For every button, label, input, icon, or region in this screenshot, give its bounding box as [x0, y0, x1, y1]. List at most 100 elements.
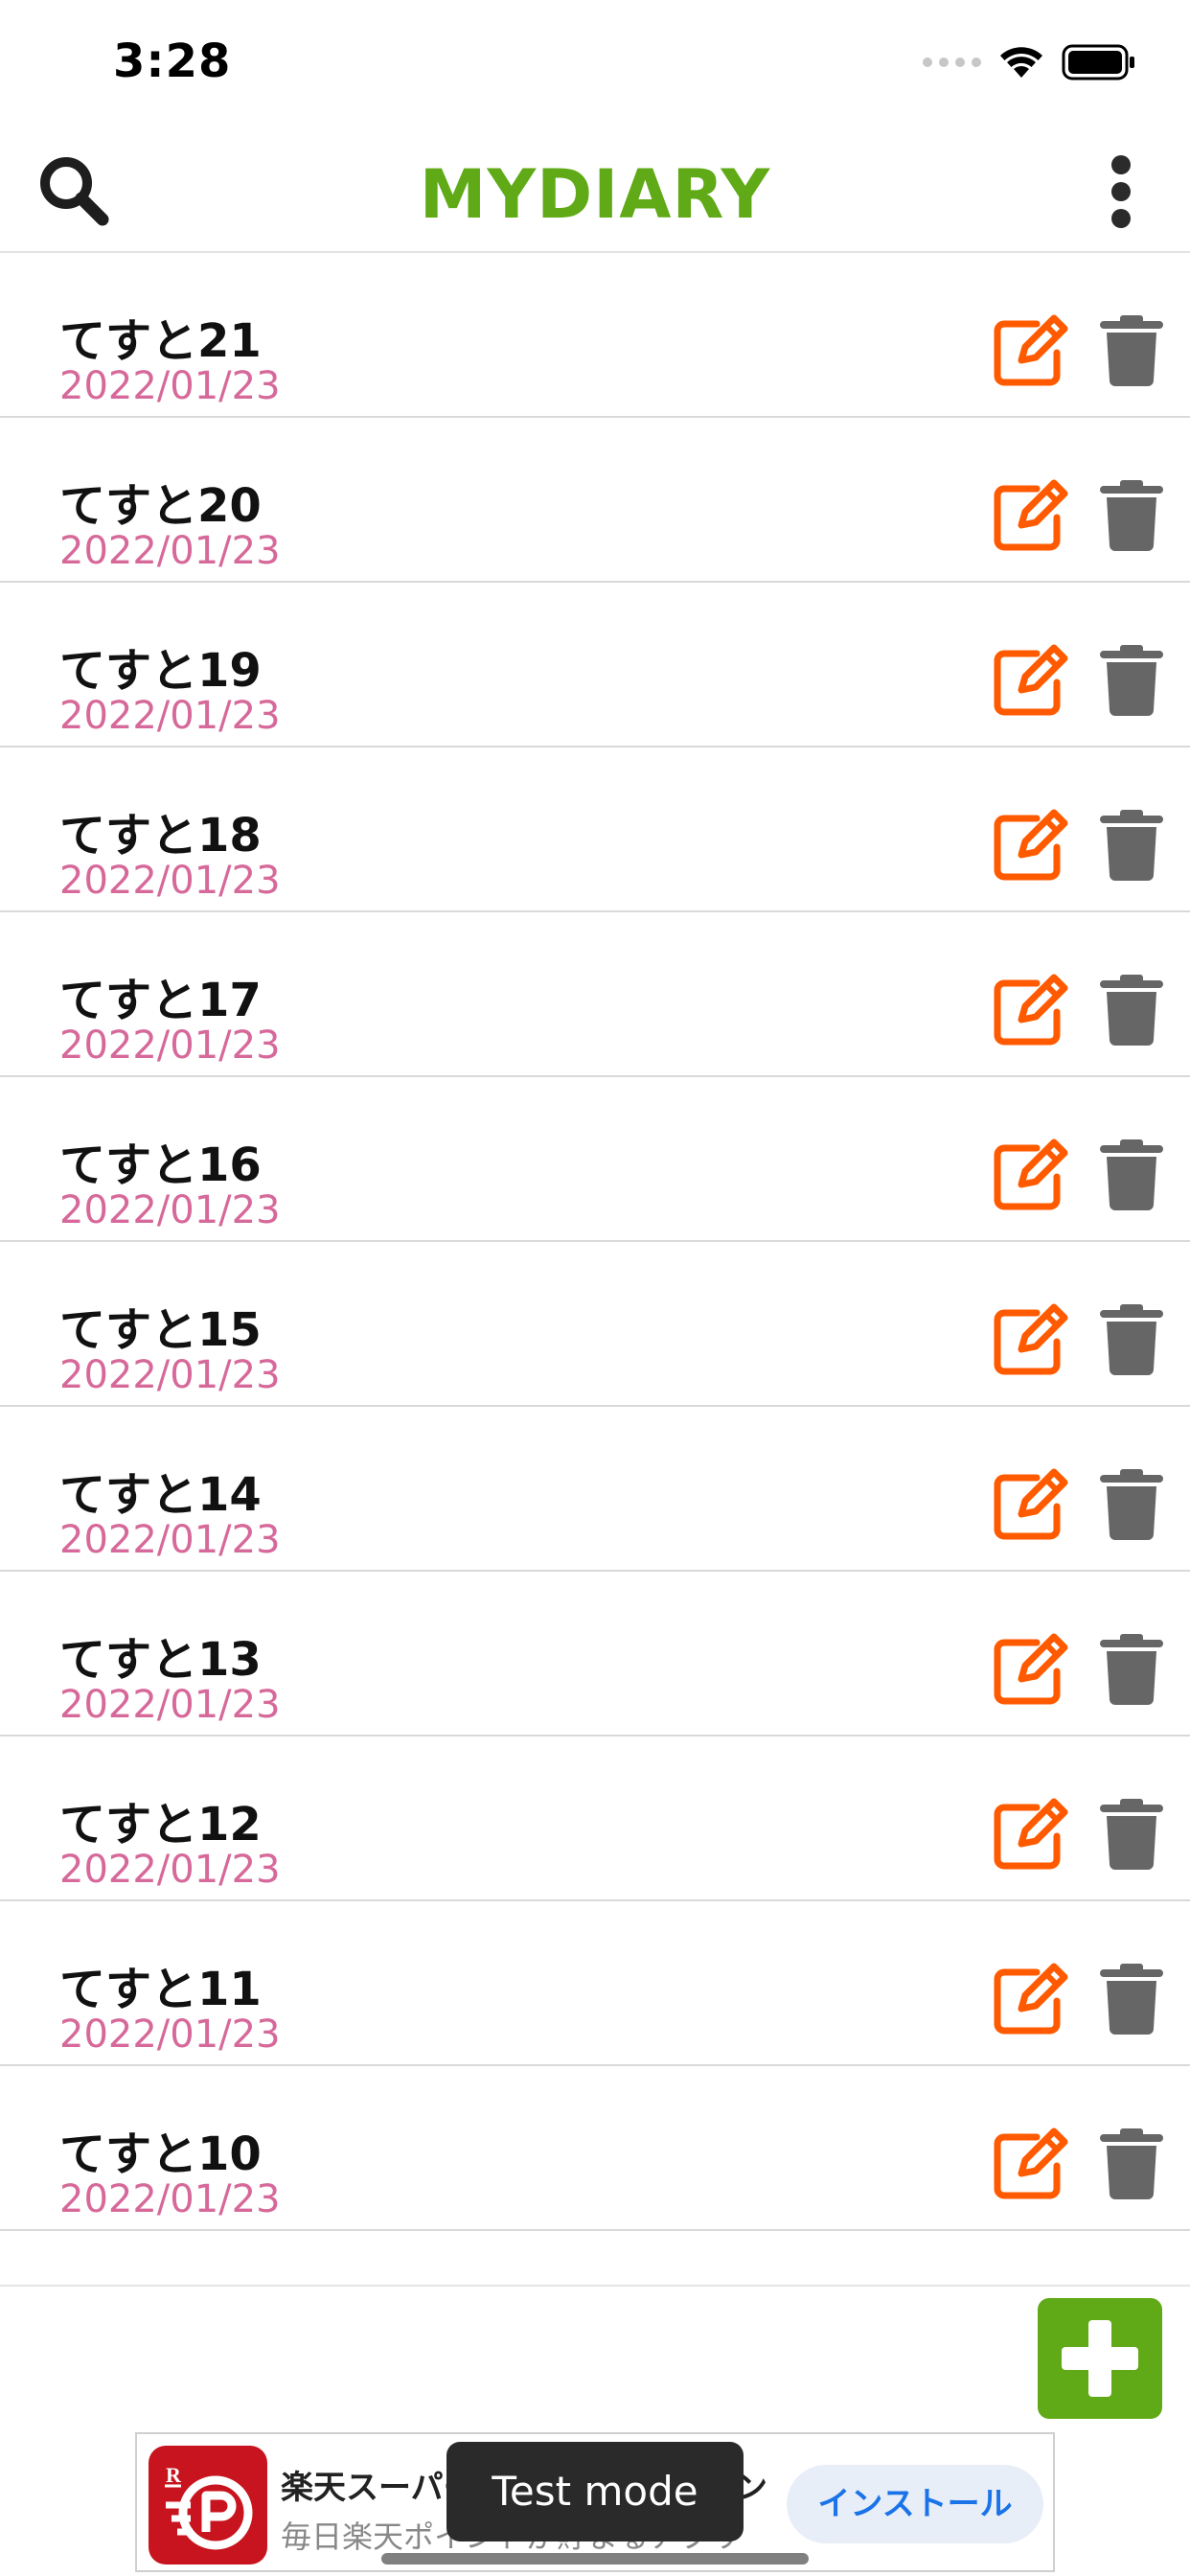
edit-button[interactable] — [993, 1963, 1071, 2036]
edit-icon — [994, 479, 1068, 551]
edit-icon — [994, 1963, 1068, 2035]
diary-entry-row[interactable]: てすと16 2022/01/23 — [0, 1077, 1190, 1242]
delete-button[interactable] — [1100, 2126, 1163, 2200]
wifi-icon — [1000, 47, 1042, 78]
diary-entry-row[interactable]: てすと20 2022/01/23 — [0, 418, 1190, 583]
edit-button[interactable] — [993, 644, 1071, 717]
trash-icon — [1100, 975, 1163, 1046]
edit-icon — [994, 2128, 1068, 2199]
edit-button[interactable] — [993, 1633, 1071, 1706]
entry-date: 2022/01/23 — [59, 1518, 281, 1562]
delete-button[interactable] — [1100, 1961, 1163, 2036]
entry-title: てすと18 — [59, 809, 262, 862]
entry-title: てすと12 — [59, 1798, 262, 1852]
trash-icon — [1100, 1964, 1163, 2035]
trash-icon — [1100, 1799, 1163, 1870]
cellular-signal-icon — [923, 58, 981, 67]
entry-date: 2022/01/23 — [59, 1683, 281, 1727]
edit-icon — [994, 314, 1068, 386]
svg-text:R: R — [166, 2463, 182, 2487]
ad-install-button[interactable]: インストール — [787, 2465, 1043, 2543]
diary-entry-row[interactable]: てすと13 2022/01/23 — [0, 1572, 1190, 1736]
delete-button[interactable] — [1100, 312, 1163, 387]
entry-title: てすと15 — [59, 1303, 262, 1357]
delete-button[interactable] — [1100, 972, 1163, 1046]
edit-button[interactable] — [993, 479, 1071, 552]
delete-button[interactable] — [1100, 807, 1163, 882]
more-menu-button[interactable] — [1102, 155, 1140, 228]
edit-button[interactable] — [993, 2128, 1071, 2200]
add-entry-button[interactable] — [1038, 2298, 1162, 2419]
diary-entry-row[interactable]: てすと21 2022/01/23 — [0, 253, 1190, 418]
entry-title: てすと21 — [59, 314, 262, 368]
entry-date: 2022/01/23 — [59, 859, 281, 903]
more-dot-icon — [1111, 182, 1131, 201]
delete-button[interactable] — [1100, 1137, 1163, 1211]
more-dot-icon — [1111, 209, 1131, 228]
diary-entry-row[interactable]: てすと12 2022/01/23 — [0, 1736, 1190, 1901]
delete-button[interactable] — [1100, 1631, 1163, 1706]
battery-icon — [1062, 44, 1134, 80]
edit-button[interactable] — [993, 1138, 1071, 1211]
entry-title: てすと13 — [59, 1633, 262, 1687]
entry-title: てすと20 — [59, 479, 262, 533]
edit-button[interactable] — [993, 1798, 1071, 1871]
entry-date: 2022/01/23 — [59, 529, 281, 573]
list-bottom-divider — [0, 2285, 1190, 2287]
trash-icon — [1100, 480, 1163, 551]
diary-entry-row[interactable]: てすと15 2022/01/23 — [0, 1242, 1190, 1407]
trash-icon — [1100, 810, 1163, 881]
diary-entry-row[interactable]: てすと18 2022/01/23 — [0, 748, 1190, 912]
trash-icon — [1100, 2128, 1163, 2199]
app-title: MYDIARY — [419, 155, 771, 234]
trash-icon — [1100, 1469, 1163, 1540]
delete-button[interactable] — [1100, 1301, 1163, 1376]
delete-button[interactable] — [1100, 477, 1163, 552]
diary-entry-row[interactable]: てすと17 2022/01/23 — [0, 912, 1190, 1077]
status-bar: 3:28 — [0, 0, 1190, 126]
edit-button[interactable] — [993, 974, 1071, 1046]
entry-date: 2022/01/23 — [59, 1848, 281, 1892]
edit-button[interactable] — [993, 314, 1071, 387]
trash-icon — [1100, 315, 1163, 386]
entry-date: 2022/01/23 — [59, 1188, 281, 1232]
entry-title: てすと10 — [59, 2128, 262, 2181]
diary-entry-row[interactable]: てすと14 2022/01/23 — [0, 1407, 1190, 1572]
edit-icon — [994, 1138, 1068, 1210]
home-indicator — [381, 2553, 809, 2564]
edit-icon — [994, 1798, 1068, 1870]
status-icons — [923, 44, 1136, 80]
edit-button[interactable] — [993, 1303, 1071, 1376]
edit-icon — [994, 809, 1068, 881]
entry-title: てすと16 — [59, 1138, 262, 1192]
test-mode-label: Test mode — [446, 2442, 744, 2542]
diary-entry-row[interactable]: てすと10 2022/01/23 — [0, 2066, 1190, 2231]
entry-title: てすと14 — [59, 1468, 262, 1522]
trash-icon — [1100, 1634, 1163, 1705]
delete-button[interactable] — [1100, 1796, 1163, 1871]
entry-date: 2022/01/23 — [59, 2177, 281, 2221]
edit-button[interactable] — [993, 1468, 1071, 1541]
status-time: 3:28 — [113, 34, 232, 88]
entry-title: てすと11 — [59, 1963, 262, 2016]
diary-list: てすと21 2022/01/23 てすと20 2022/01/23 てすと19 … — [0, 253, 1190, 2231]
entry-title: てすと17 — [59, 974, 262, 1027]
delete-button[interactable] — [1100, 642, 1163, 717]
app-header: MYDIARY — [0, 126, 1190, 253]
trash-icon — [1100, 645, 1163, 716]
entry-date: 2022/01/23 — [59, 364, 281, 408]
edit-icon — [994, 644, 1068, 716]
edit-icon — [994, 974, 1068, 1046]
delete-button[interactable] — [1100, 1466, 1163, 1541]
diary-entry-row[interactable]: てすと11 2022/01/23 — [0, 1901, 1190, 2066]
entry-date: 2022/01/23 — [59, 694, 281, 738]
more-dot-icon — [1111, 155, 1131, 174]
ad-app-icon: R — [149, 2446, 267, 2564]
edit-icon — [994, 1468, 1068, 1540]
diary-entry-row[interactable]: てすと19 2022/01/23 — [0, 583, 1190, 748]
entry-title: てすと19 — [59, 644, 262, 698]
edit-button[interactable] — [993, 809, 1071, 882]
edit-icon — [994, 1303, 1068, 1375]
rakuten-point-icon: R — [165, 2463, 253, 2550]
entry-date: 2022/01/23 — [59, 1353, 281, 1397]
